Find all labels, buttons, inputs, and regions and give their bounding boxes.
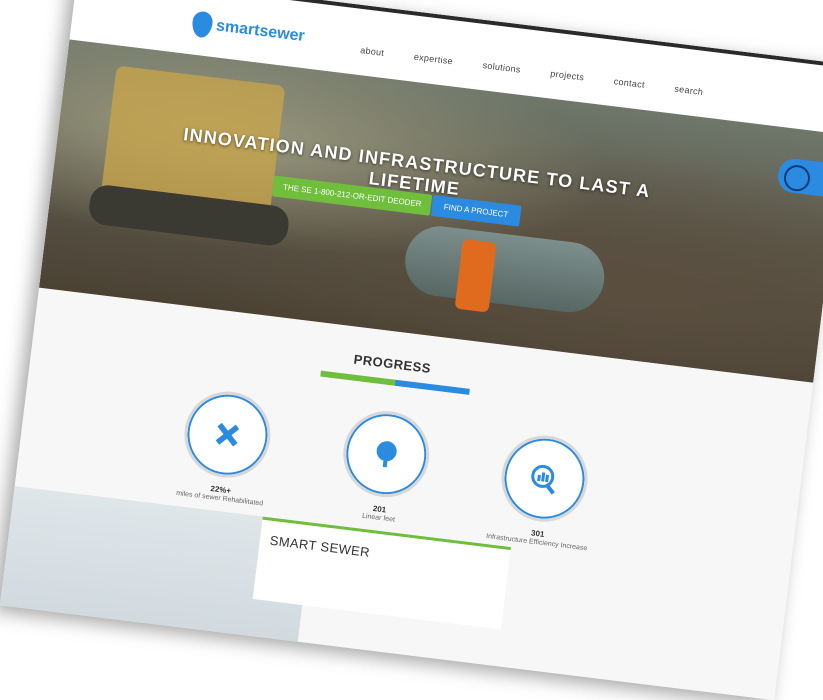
wrench-cross-icon (179, 386, 276, 483)
chart-magnifier-icon (496, 430, 593, 527)
progress-underline-blue (394, 379, 470, 395)
site-logo[interactable]: smartsewer (190, 10, 306, 50)
nav-item-contact[interactable]: contact (613, 76, 645, 90)
water-drop-icon (190, 10, 214, 39)
nav-item-projects[interactable]: projects (550, 68, 585, 82)
nav-item-about[interactable]: about (360, 45, 385, 58)
logo-text: smartsewer (215, 17, 306, 46)
stat-card-2: 201 Linear feet (303, 402, 466, 532)
stat-card-3: 301 Infrastructure Efficiency Increase (462, 427, 625, 557)
nav-item-expertise[interactable]: expertise (413, 52, 453, 67)
progress-underline-green (320, 370, 396, 386)
pipe-image (401, 222, 609, 317)
stat-card-1: 22%+ miles of sewer Rehabilitated (145, 383, 308, 513)
side-floating-badge[interactable] (776, 157, 823, 200)
ring-icon (782, 163, 812, 193)
page-sheet: smartsewer about expertise solutions pro… (0, 0, 823, 700)
smart-sewer-card-title: SMART SEWER (269, 532, 371, 560)
tree-icon (338, 406, 435, 503)
nav-item-search[interactable]: search (674, 84, 704, 97)
nav-item-solutions[interactable]: solutions (482, 60, 521, 75)
